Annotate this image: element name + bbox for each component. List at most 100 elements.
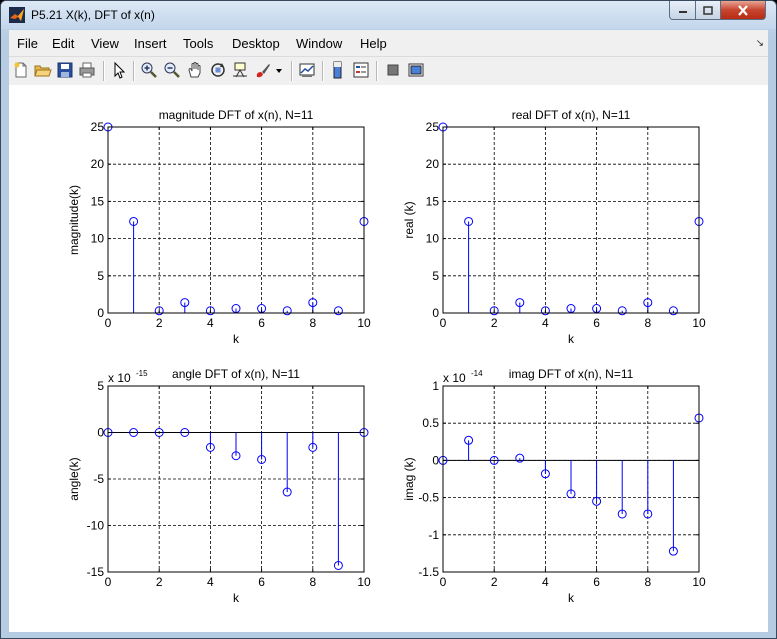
x-tick-label: 4 [542, 316, 549, 330]
y-tick-label: 0 [432, 306, 439, 320]
x-tick-label: 2 [491, 575, 498, 589]
plot-title: real DFT of x(n), N=11 [512, 108, 631, 122]
y-tick-label: -1 [428, 528, 439, 542]
x-tick-label: 6 [593, 575, 600, 589]
subplot-grid: 0 2 4 6 8 100510152025magnitude DFT of x(n), … [67, 108, 706, 605]
y-tick-label: -5 [93, 472, 104, 486]
y-tick-label: 0 [432, 453, 439, 467]
axes-background [443, 127, 699, 313]
plot-title: angle DFT of x(n), N=11 [172, 367, 300, 381]
y-tick-label: 25 [426, 120, 440, 134]
colorbar-icon[interactable] [329, 61, 347, 79]
menu-bar: File Edit View Insert Tools Desktop Wind… [9, 30, 768, 56]
rotate-3d-icon[interactable] [209, 61, 227, 79]
data-cursor-icon[interactable] [231, 61, 249, 79]
figure-canvas[interactable]: 0 2 4 6 8 10 0 5 10 15 20 25 magnitude DFT of x(n), … [9, 85, 768, 632]
y-axis-label: magnitude(k) [67, 185, 81, 255]
matlab-logo-icon [9, 7, 25, 23]
x-tick-label: 4 [207, 575, 214, 589]
menu-view[interactable]: View [91, 36, 119, 51]
new-figure-icon[interactable] [12, 61, 30, 79]
y-axis-label: real (k) [402, 201, 416, 238]
axes-background [108, 127, 364, 313]
zoom-out-icon[interactable] [163, 61, 181, 79]
x-axis-label: k [233, 332, 240, 346]
pan-hand-icon[interactable] [186, 61, 204, 79]
dropdown-arrow-icon[interactable] [274, 61, 284, 79]
x-tick-label: 10 [357, 316, 371, 330]
toolbar-separator [376, 61, 378, 81]
close-button[interactable] [720, 1, 766, 20]
legend-icon[interactable] [352, 61, 370, 79]
y-exponent-power: -14 [471, 369, 483, 378]
menu-insert[interactable]: Insert [134, 36, 167, 51]
menu-file[interactable]: File [17, 36, 38, 51]
link-plot-icon[interactable] [298, 61, 316, 79]
y-tick-label: -0.5 [418, 491, 439, 505]
figure-window: P5.21 X(k), DFT of x(n) File Edit View I… [0, 0, 777, 639]
x-axis-label: k [568, 332, 575, 346]
toolbar-separator [322, 61, 324, 81]
y-tick-label: 5 [97, 379, 104, 393]
menu-help[interactable]: Help [360, 36, 387, 51]
subplot-4: 0 2 4 6 8 10 -1.5 -1 -0.5 0 0.5 1 imag DFT of x(n), … [402, 367, 706, 605]
plot-title: magnitude DFT of x(n), N=11 [159, 108, 314, 122]
print-icon[interactable] [78, 61, 96, 79]
x-tick-label: 10 [357, 575, 371, 589]
x-tick-label: 0 [105, 575, 112, 589]
close-icon [738, 4, 748, 16]
y-tick-label: 25 [91, 120, 105, 134]
client-area: File Edit View Insert Tools Desktop Wind… [9, 30, 768, 632]
menu-edit[interactable]: Edit [52, 36, 74, 51]
subplot-3: 0 2 4 6 8 10 -15 -10 -5 0 5 angle DFT of x(n), N=11… [67, 367, 371, 605]
x-tick-label: 0 [105, 316, 112, 330]
save-icon[interactable] [56, 61, 74, 79]
x-tick-label: 10 [692, 316, 706, 330]
zoom-in-icon[interactable] [140, 61, 158, 79]
x-tick-label: 4 [207, 316, 214, 330]
y-tick-label: 15 [91, 194, 105, 208]
toolbar-separator [103, 61, 105, 81]
subplot-2: 0 2 4 6 8 10 0 5 10 15 20 25 real DFT of x(n), N=11 k… [402, 108, 706, 346]
x-tick-label: 10 [692, 575, 706, 589]
x-tick-label: 4 [542, 575, 549, 589]
x-tick-label: 6 [258, 316, 265, 330]
x-axis-label: k [233, 591, 240, 605]
menu-dock-arrow-icon[interactable]: ↘ [756, 38, 764, 49]
y-tick-label: 15 [426, 194, 440, 208]
minimize-button[interactable] [669, 1, 696, 20]
x-tick-label: 6 [258, 575, 265, 589]
menu-window[interactable]: Window [296, 36, 342, 51]
y-tick-label: 5 [432, 269, 439, 283]
y-axis-label: imag (k) [402, 457, 416, 500]
open-file-icon[interactable] [34, 61, 52, 79]
y-tick-label: 20 [426, 157, 440, 171]
arrow-select-icon[interactable] [110, 61, 128, 79]
x-tick-label: 8 [644, 575, 651, 589]
y-tick-label: 5 [97, 269, 104, 283]
x-tick-label: 8 [644, 316, 651, 330]
hide-plot-tools-icon[interactable] [384, 61, 402, 79]
maximize-icon [703, 5, 713, 15]
window-title: P5.21 X(k), DFT of x(n) [31, 8, 155, 22]
menu-desktop[interactable]: Desktop [232, 36, 280, 51]
x-tick-label: 0 [440, 316, 447, 330]
minimize-icon [678, 11, 687, 13]
x-tick-label: 8 [309, 575, 316, 589]
brush-icon[interactable] [254, 61, 272, 79]
show-plot-tools-icon[interactable] [407, 61, 425, 79]
y-exponent-power: -15 [136, 369, 148, 378]
maximize-button[interactable] [695, 1, 721, 20]
x-tick-label: 0 [440, 575, 447, 589]
y-tick-label: 0 [97, 426, 104, 440]
y-tick-label: 10 [426, 232, 440, 246]
y-tick-label: -1.5 [418, 565, 439, 579]
x-tick-label: 2 [491, 316, 498, 330]
menu-tools[interactable]: Tools [183, 36, 213, 51]
x-tick-label: 2 [156, 575, 163, 589]
x-tick-label: 6 [593, 316, 600, 330]
y-exponent-label: x 10 [108, 371, 131, 385]
x-tick-label: 8 [309, 316, 316, 330]
x-axis-label: k [568, 591, 575, 605]
title-bar[interactable]: P5.21 X(k), DFT of x(n) [1, 1, 776, 29]
